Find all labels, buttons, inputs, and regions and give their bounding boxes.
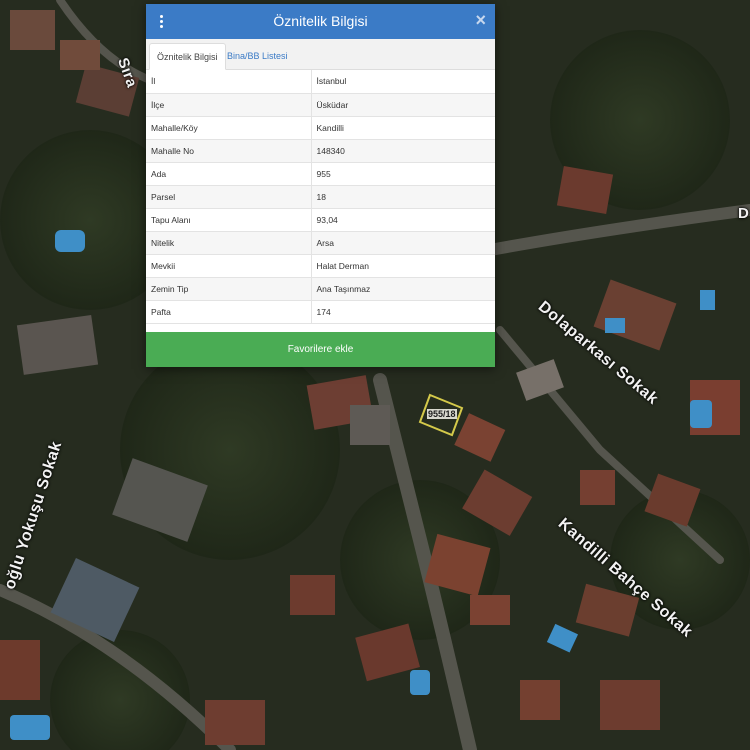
attribute-key: Nitelik bbox=[146, 231, 312, 255]
attribute-value: Kandilli bbox=[311, 116, 495, 140]
table-row: Pafta 174 bbox=[146, 300, 495, 324]
table-row: Mahalle/Köy Kandilli bbox=[146, 116, 495, 140]
table-row: Nitelik Arsa bbox=[146, 231, 495, 255]
tab-building-list[interactable]: Bina/BB Listesi bbox=[220, 43, 295, 69]
table-row: Mahalle No 148340 bbox=[146, 139, 495, 163]
street-label-edge: D bbox=[738, 205, 750, 222]
attribute-info-dialog: Öznitelik Bilgisi × Öznitelik Bilgisi Bi… bbox=[146, 4, 495, 367]
attribute-value: Ana Taşınmaz bbox=[311, 277, 495, 301]
tab-attribute-info[interactable]: Öznitelik Bilgisi bbox=[149, 43, 226, 70]
attribute-key: Mahalle No bbox=[146, 139, 312, 163]
attribute-value: 93,04 bbox=[311, 208, 495, 232]
attribute-value: Üsküdar bbox=[311, 93, 495, 117]
close-icon[interactable]: × bbox=[475, 11, 486, 29]
attribute-value: İstanbul bbox=[311, 70, 495, 94]
add-to-favorites-button[interactable]: Favorilere ekle bbox=[146, 332, 495, 367]
attribute-key: İl bbox=[146, 70, 312, 94]
tab-bar: Öznitelik Bilgisi Bina/BB Listesi bbox=[146, 39, 495, 70]
table-row: İl İstanbul bbox=[146, 70, 495, 94]
attribute-value: Arsa bbox=[311, 231, 495, 255]
table-row: Mevkii Halat Derman bbox=[146, 254, 495, 278]
attribute-key: Zemin Tip bbox=[146, 277, 312, 301]
attribute-value: Halat Derman bbox=[311, 254, 495, 278]
attribute-value: 18 bbox=[311, 185, 495, 209]
table-row: Zemin Tip Ana Taşınmaz bbox=[146, 277, 495, 301]
attribute-key: Parsel bbox=[146, 185, 312, 209]
attribute-value: 955 bbox=[311, 162, 495, 186]
attribute-key: İlçe bbox=[146, 93, 312, 117]
attribute-value: 148340 bbox=[311, 139, 495, 163]
table-row: Parsel 18 bbox=[146, 185, 495, 209]
attribute-table: İl İstanbul İlçe Üsküdar Mahalle/Köy Kandilli… bbox=[146, 70, 495, 324]
attribute-key: Tapu Alanı bbox=[146, 208, 312, 232]
table-row: Ada 955 bbox=[146, 162, 495, 186]
dialog-title: Öznitelik Bilgisi bbox=[273, 13, 368, 29]
attribute-key: Mahalle/Köy bbox=[146, 116, 312, 140]
attribute-key: Pafta bbox=[146, 300, 312, 324]
attribute-key: Ada bbox=[146, 162, 312, 186]
parcel-label[interactable]: 955/18 bbox=[427, 409, 457, 419]
table-row: İlçe Üsküdar bbox=[146, 93, 495, 117]
attribute-value: 174 bbox=[311, 300, 495, 324]
dialog-header: Öznitelik Bilgisi × bbox=[146, 4, 495, 39]
table-row: Tapu Alanı 93,04 bbox=[146, 208, 495, 232]
attribute-key: Mevkii bbox=[146, 254, 312, 278]
